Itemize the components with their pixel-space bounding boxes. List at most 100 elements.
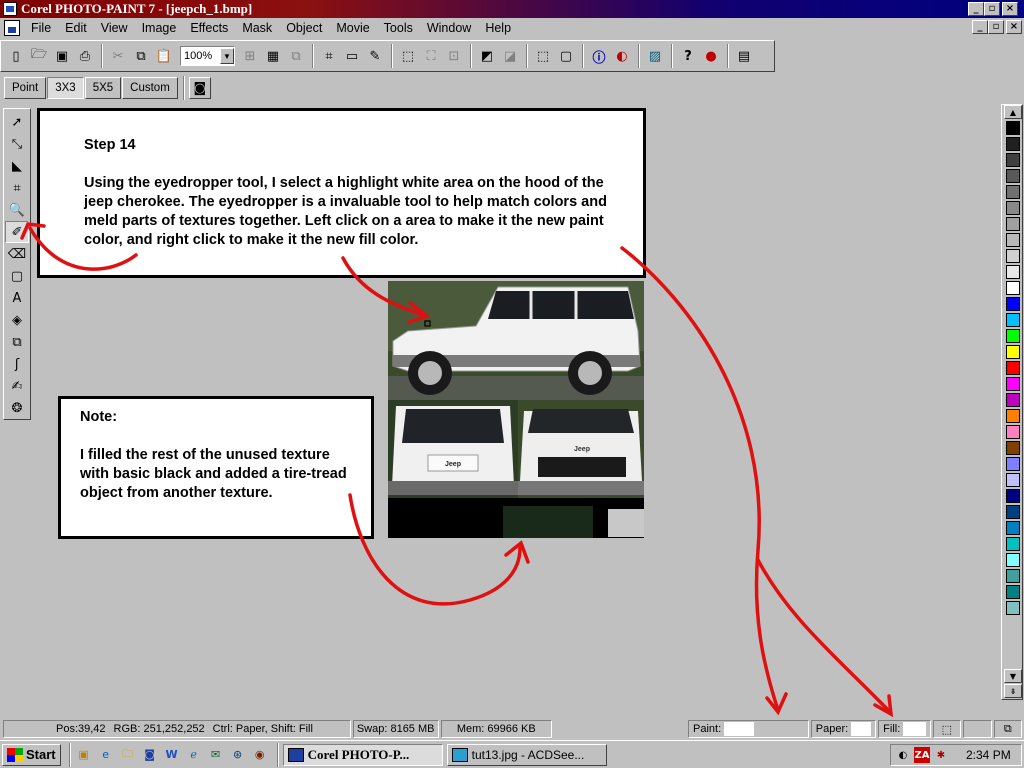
palette-swatch[interactable] [1006, 569, 1020, 583]
pick-tool-icon[interactable]: ➚ [5, 111, 29, 133]
palette-swatch[interactable] [1006, 473, 1020, 487]
close-button[interactable]: × [1002, 2, 1018, 16]
paint-color-field[interactable]: Paint: [688, 720, 809, 738]
palette-swatch[interactable] [1006, 489, 1020, 503]
window-arrange-icon[interactable]: ▤ [733, 45, 755, 67]
tray-volume-icon[interactable]: ◐ [895, 747, 911, 763]
palette-swatch[interactable] [1006, 153, 1020, 167]
mask-clip-icon[interactable]: ◪ [499, 45, 521, 67]
paint-brush-icon[interactable]: ʃ [5, 353, 29, 375]
crop-tool-icon[interactable]: ⌗ [5, 177, 29, 199]
duplicate-icon[interactable]: ⧉ [285, 45, 307, 67]
palette-swatch[interactable] [1006, 425, 1020, 439]
quicklaunch-ps-icon[interactable]: ⊛ [229, 746, 247, 764]
brush-point-button[interactable]: Point [4, 77, 47, 99]
fill-tool-icon[interactable]: ◈ [5, 309, 29, 331]
menu-effects[interactable]: Effects [183, 21, 235, 35]
document-icon[interactable] [4, 20, 20, 36]
image-view-icon[interactable]: ▨ [644, 45, 666, 67]
mask-marquee-icon[interactable]: ▢ [555, 45, 577, 67]
edit-icon[interactable]: ✎ [364, 45, 386, 67]
text-tool-icon[interactable]: A [5, 287, 29, 309]
quicklaunch-app-icon[interactable]: ◉ [251, 746, 269, 764]
palette-swatch[interactable] [1006, 393, 1020, 407]
clone-tool-icon[interactable]: ⧉ [5, 331, 29, 353]
palette-swatch[interactable] [1006, 169, 1020, 183]
palette-swatch[interactable] [1006, 505, 1020, 519]
mask-transform-icon[interactable]: ◣ [5, 155, 29, 177]
palette-scroll-up-icon[interactable]: ▲ [1004, 105, 1022, 119]
mask-tool-icon[interactable]: ⤡ [5, 133, 29, 155]
paper-color-swatch[interactable] [851, 722, 872, 736]
menu-movie[interactable]: Movie [329, 21, 376, 35]
chevron-down-icon[interactable]: ▼ [220, 48, 234, 64]
palette-swatch[interactable] [1006, 553, 1020, 567]
mask-invert-icon[interactable]: ⛶ [420, 45, 442, 67]
palette-swatch[interactable] [1006, 137, 1020, 151]
doc-restore-button[interactable]: ▫ [988, 20, 1004, 34]
mask-rectangle-icon[interactable]: ⬚ [397, 45, 419, 67]
save-icon[interactable]: ▣ [51, 45, 73, 67]
palette-swatch[interactable] [1006, 441, 1020, 455]
palette-swatch[interactable] [1006, 297, 1020, 311]
quicklaunch-desktop-icon[interactable]: ▣ [75, 746, 93, 764]
start-button[interactable]: Start [2, 743, 61, 766]
palette-swatch[interactable] [1006, 361, 1020, 375]
menu-mask[interactable]: Mask [235, 21, 279, 35]
zoom-select[interactable]: 100% ▼ [180, 46, 235, 66]
context-help-icon[interactable]: ? [677, 45, 699, 67]
fill-color-swatch[interactable] [903, 722, 926, 736]
tray-shield-icon[interactable]: ✱ [933, 747, 949, 763]
doc-close-button[interactable]: × [1006, 20, 1022, 34]
print-icon[interactable]: ⎙ [74, 45, 96, 67]
palette-swatch[interactable] [1006, 121, 1020, 135]
minimize-button[interactable]: _ [968, 2, 984, 16]
menu-image[interactable]: Image [135, 21, 184, 35]
palette-expand-icon[interactable]: ⇟ [1004, 684, 1022, 698]
quicklaunch-ie-icon[interactable]: ℯ [185, 746, 203, 764]
task-corel-photopaint[interactable]: Corel PHOTO-P... [282, 743, 443, 766]
paste-icon[interactable]: 📋 [153, 45, 175, 67]
brush-5x5-button[interactable]: 5X5 [84, 77, 122, 99]
apple-icon[interactable]: ● [700, 45, 722, 67]
palette-swatch[interactable] [1006, 185, 1020, 199]
quicklaunch-mail-icon[interactable]: ✉ [207, 746, 225, 764]
mask-mode-icon[interactable]: ⬚ [932, 720, 962, 738]
palette-swatch[interactable] [1006, 457, 1020, 471]
rectangle-icon[interactable]: ▭ [341, 45, 363, 67]
eyedropper-tool-icon[interactable]: ✐ [5, 221, 29, 243]
mask-paint-icon[interactable]: ◩ [476, 45, 498, 67]
menu-view[interactable]: View [94, 21, 135, 35]
brush-custom-button[interactable]: Custom [122, 77, 178, 99]
palette-swatch[interactable] [1006, 521, 1020, 535]
crop-icon[interactable]: ⌗ [318, 45, 340, 67]
palette-swatch[interactable] [1006, 233, 1020, 247]
copy-icon[interactable]: ⧉ [130, 45, 152, 67]
menu-help[interactable]: Help [478, 21, 518, 35]
cut-icon[interactable]: ✂ [107, 45, 129, 67]
palette-swatch[interactable] [1006, 265, 1020, 279]
palette-swatch[interactable] [1006, 329, 1020, 343]
menu-tools[interactable]: Tools [377, 21, 420, 35]
object-group-icon[interactable]: ⊞ [239, 45, 261, 67]
info-icon[interactable]: ⓘ [588, 45, 610, 67]
palette-swatch[interactable] [1006, 601, 1020, 615]
restore-button[interactable]: ▫ [984, 2, 1000, 16]
zoom-tool-icon[interactable]: 🔍 [5, 199, 29, 221]
quicklaunch-folder-icon[interactable]: 🗀 [119, 746, 137, 764]
image-sprayer-icon[interactable]: ❂ [5, 397, 29, 419]
paint-color-swatch[interactable] [724, 722, 755, 736]
effect-tool-icon[interactable]: ✍ [5, 375, 29, 397]
quicklaunch-word-icon[interactable]: W [163, 746, 181, 764]
palette-swatch[interactable] [1006, 409, 1020, 423]
palette-swatch[interactable] [1006, 585, 1020, 599]
open-folder-icon[interactable]: 🗁 [28, 45, 50, 67]
object-mode-icon[interactable]: ⧉ [993, 720, 1022, 738]
palette-swatch[interactable] [1006, 217, 1020, 231]
menu-window[interactable]: Window [420, 21, 478, 35]
brush-3x3-button[interactable]: 3X3 [47, 77, 84, 99]
rectangle-tool-icon[interactable]: ▢ [5, 265, 29, 287]
camera-icon[interactable]: ◙ [188, 77, 211, 99]
doc-minimize-button[interactable]: _ [972, 20, 988, 34]
palette-scroll-down-icon[interactable]: ▼ [1004, 669, 1022, 683]
